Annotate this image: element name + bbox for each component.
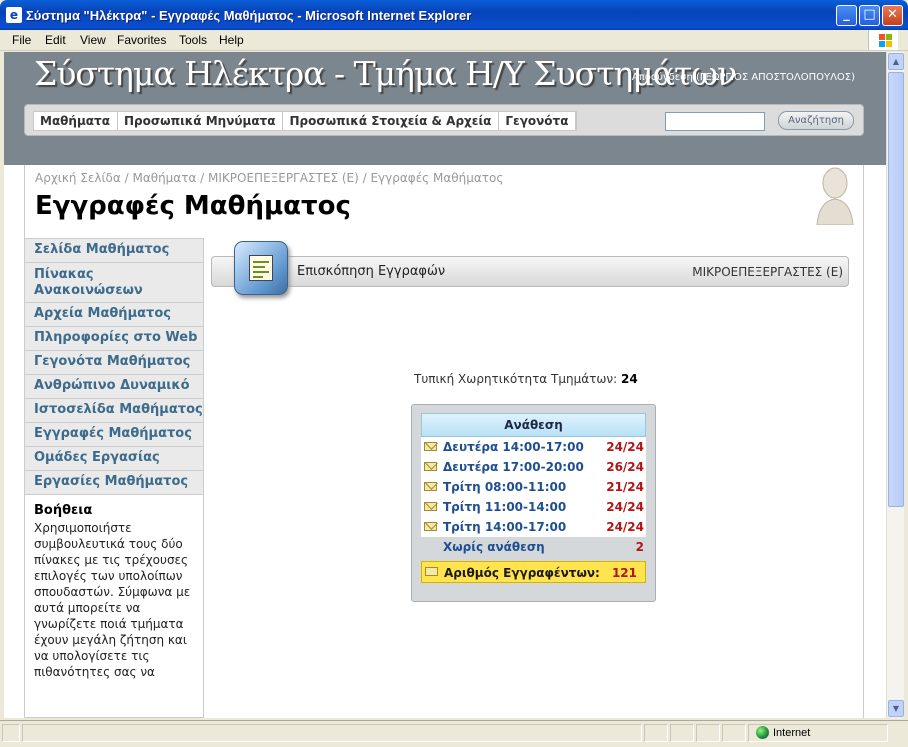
sidebar-item-web-info[interactable]: Πληροφορίες στο Web — [25, 327, 203, 351]
table-row[interactable]: Δευτέρα 14:00-17:00 24/24 — [421, 437, 646, 457]
menu-bar: File Edit View Favorites Tools Help — [0, 30, 908, 51]
slot-label[interactable]: Δευτέρα 17:00-20:00 — [443, 460, 584, 474]
sidebar-item-course-website[interactable]: Ιστοσελίδα Μαθήματος — [25, 399, 203, 423]
envelope-icon[interactable] — [424, 442, 437, 451]
capacity-value: 24 — [620, 372, 638, 386]
help-title: Βοήθεια — [34, 503, 93, 518]
total-count: 121 — [611, 566, 637, 580]
status-cell — [644, 724, 668, 742]
total-row[interactable]: Αριθμός Εγγραφέντων: 121 — [421, 561, 646, 583]
sidebar-item-announcements[interactable]: Πίνακας Ανακοινώσεων — [25, 263, 203, 303]
section-course: ΜΙΚΡΟΕΠΕΞΕΡΓΑΣΤΕΣ (Ε) — [692, 265, 843, 279]
help-text: Χρησιμοποιήστε συμβουλευτικά τους δύο πί… — [34, 521, 191, 679]
nav-courses[interactable]: Μαθήματα — [34, 112, 118, 130]
slot-label[interactable]: Τρίτη 11:00-14:00 — [443, 500, 566, 514]
sidebar-item-course-events[interactable]: Γεγονότα Μαθήματος — [25, 351, 203, 375]
sidebar-item-assignments[interactable]: Εργασίες Μαθήματος — [25, 471, 203, 495]
unassigned-row: Χωρίς ανάθεση 2 — [421, 537, 646, 557]
window-title-bar[interactable]: e Σύστημα "Ηλέκτρα" - Εγγραφές Μαθήματος… — [0, 0, 908, 30]
slot-count: 26/24 — [606, 460, 644, 474]
close-button[interactable]: ✕ — [882, 5, 903, 26]
slot-count: 24/24 — [606, 520, 644, 534]
table-row[interactable]: Τρίτη 14:00-17:00 24/24 — [421, 517, 646, 537]
status-bar: Internet — [0, 720, 908, 747]
slot-count: 24/24 — [606, 440, 644, 454]
page-status-icon — [2, 724, 20, 742]
ie-icon: e — [6, 7, 22, 23]
help-box: Βοήθεια Χρησιμοποιήστε συμβουλευτικά του… — [25, 495, 203, 688]
site-header: Σύστημα Ηλέκτρα - Τμήμα Η/Υ Συστημάτων Α… — [4, 52, 886, 165]
globe-icon — [756, 726, 769, 739]
unassigned-label: Χωρίς ανάθεση — [443, 540, 545, 554]
nav-events[interactable]: Γεγονότα — [499, 112, 577, 130]
browser-viewport: Σύστημα Ηλέκτρα - Τμήμα Η/Υ Συστημάτων Α… — [4, 52, 886, 718]
status-text — [22, 724, 642, 742]
sidebar-item-course-files[interactable]: Αρχεία Μαθήματος — [25, 303, 203, 327]
envelope-icon[interactable] — [424, 462, 437, 471]
site-title: Σύστημα Ηλέκτρα - Τμήμα Η/Υ Συστημάτων — [34, 54, 737, 93]
capacity-line: Τυπική Χωρητικότητα Τμημάτων: 24 — [414, 372, 638, 386]
enrollment-overview-icon — [234, 241, 288, 295]
sidebar-item-work-groups[interactable]: Ομάδες Εργασίας — [25, 447, 203, 471]
sidebar-item-staff[interactable]: Ανθρώπινο Δυναμικό — [25, 375, 203, 399]
section-label: Επισκόπηση Εγγραφών — [297, 264, 446, 279]
scroll-down-icon[interactable]: ▼ — [888, 700, 904, 717]
breadcrumb[interactable]: Αρχική Σελίδα / Μαθήματα / ΜΙΚΡΟΕΠΕΞΕΡΓΑ… — [35, 171, 503, 185]
envelope-icon[interactable] — [425, 567, 438, 576]
table-row[interactable]: Δευτέρα 17:00-20:00 26/24 — [421, 457, 646, 477]
capacity-label: Τυπική Χωρητικότητα Τμημάτων: — [414, 372, 618, 386]
search-button[interactable]: Αναζήτηση — [778, 111, 854, 130]
vertical-scrollbar[interactable]: ▲ ▼ — [886, 52, 904, 718]
slot-count: 24/24 — [606, 500, 644, 514]
zone-label: Internet — [773, 727, 811, 739]
search-input[interactable] — [665, 112, 765, 131]
logout-link[interactable]: Αποσύνδεση (ΓΕΩΡΓΙΟΣ ΑΠΟΣΤΟΛΟΠΟΥΛΟΣ) — [632, 72, 855, 83]
nav-messages[interactable]: Προσωπικά Μηνύματα — [118, 112, 284, 130]
envelope-icon[interactable] — [424, 522, 437, 531]
windows-logo-icon — [868, 30, 898, 50]
section-header: Επισκόπηση Εγγραφών ΜΙΚΡΟΕΠΕΞΕΡΓΑΣΤΕΣ (Ε… — [211, 256, 849, 287]
main-content: Επισκόπηση Εγγραφών ΜΙΚΡΟΕΠΕΞΕΡΓΑΣΤΕΣ (Ε… — [204, 238, 864, 718]
total-label: Αριθμός Εγγραφέντων: — [444, 566, 600, 580]
assignment-header: Ανάθεση — [421, 413, 646, 437]
sidebar-item-course-page[interactable]: Σελίδα Μαθήματος — [25, 239, 203, 263]
envelope-icon[interactable] — [424, 502, 437, 511]
unassigned-count: 2 — [635, 540, 644, 554]
slot-label[interactable]: Τρίτη 08:00-11:00 — [443, 480, 566, 494]
content-header: Αρχική Σελίδα / Μαθήματα / ΜΙΚΡΟΕΠΕΞΕΡΓΑ… — [24, 165, 864, 239]
slot-label[interactable]: Δευτέρα 14:00-17:00 — [443, 440, 584, 454]
table-row[interactable]: Τρίτη 11:00-14:00 24/24 — [421, 497, 646, 517]
statue-bust-icon — [816, 167, 854, 225]
zone-cell — [748, 724, 888, 742]
slot-label[interactable]: Τρίτη 14:00-17:00 — [443, 520, 566, 534]
menu-tools[interactable]: Tools — [179, 33, 207, 47]
slot-count: 21/24 — [606, 480, 644, 494]
window-title: Σύστημα "Ηλέκτρα" - Εγγραφές Μαθήματος -… — [26, 8, 472, 23]
minimize-button[interactable]: _ — [836, 5, 857, 26]
menu-help[interactable]: Help — [219, 33, 244, 47]
menu-view[interactable]: View — [80, 33, 106, 47]
envelope-icon[interactable] — [424, 482, 437, 491]
status-cell — [696, 724, 720, 742]
page-title: Εγγραφές Μαθήματος — [35, 191, 351, 221]
nav-personal-info[interactable]: Προσωπικά Στοιχεία & Αρχεία — [283, 112, 500, 130]
menu-file[interactable]: File — [12, 33, 31, 47]
status-cell — [670, 724, 694, 742]
status-cell — [722, 724, 746, 742]
menu-favorites[interactable]: Favorites — [117, 33, 166, 47]
sidebar-item-enrollments[interactable]: Εγγραφές Μαθήματος — [25, 423, 203, 447]
scroll-thumb[interactable] — [888, 72, 904, 507]
menu-edit[interactable]: Edit — [45, 33, 66, 47]
scroll-up-icon[interactable]: ▲ — [888, 53, 904, 70]
main-nav: Μαθήματα Προσωπικά Μηνύματα Προσωπικά Στ… — [24, 104, 864, 136]
maximize-button[interactable]: □ — [859, 5, 880, 26]
assignment-table: Ανάθεση Δευτέρα 14:00-17:00 24/24 Δευτέρ… — [411, 404, 656, 602]
table-row[interactable]: Τρίτη 08:00-11:00 21/24 — [421, 477, 646, 497]
course-sidebar: Σελίδα Μαθήματος Πίνακας Ανακοινώσεων Αρ… — [24, 238, 204, 718]
